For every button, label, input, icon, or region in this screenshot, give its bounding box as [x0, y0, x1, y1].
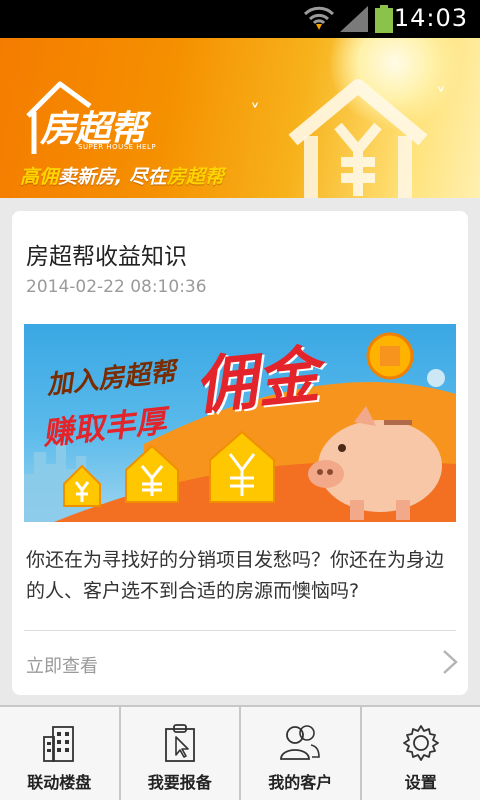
tab-settings[interactable]: 设置	[362, 707, 480, 800]
slogan-highlight-1: 高佣	[20, 166, 59, 188]
view-now-link[interactable]: 立即查看	[26, 652, 98, 678]
tab-my-clients[interactable]: 我的客户	[241, 707, 362, 800]
article-date: 2014-02-22 08:10:36	[26, 277, 207, 297]
bird-icon: ˅	[250, 100, 260, 124]
article-image[interactable]: 加入房超帮 赚取丰厚 佣金	[24, 324, 456, 522]
bottom-nav: 联动楼盘 我要报备 我的客户 设置	[0, 705, 480, 800]
battery-icon	[375, 5, 393, 33]
users-icon	[280, 725, 321, 760]
tab-label: 我的客户	[268, 773, 333, 792]
gear-icon	[402, 725, 439, 761]
status-time: 14:03	[393, 4, 468, 32]
cloud-house-icon	[288, 79, 428, 198]
chevron-right-icon[interactable]	[442, 649, 458, 675]
header-banner: ˅ ˅ 房超帮 SUPER HOUSE HELP 高佣卖新房, 尽在房超帮	[0, 38, 480, 198]
slogan-text: 卖新房, 尽在	[58, 166, 167, 188]
signal-icon	[340, 6, 368, 32]
tab-label: 设置	[404, 773, 437, 792]
logo-subtitle: SUPER HOUSE HELP	[78, 143, 157, 151]
slogan-highlight-2: 房超帮	[166, 166, 224, 188]
article-description: 你还在为寻找好的分销项目发愁吗？你还在为身边的人、客户选不到合适的房源而懊恼吗?	[26, 549, 445, 602]
article-card[interactable]: 房超帮收益知识 2014-02-22 08:10:36 加入房超帮 赚取丰厚 佣…	[12, 211, 468, 695]
banner-slogan: 高佣卖新房, 尽在房超帮	[20, 162, 224, 189]
tab-linked-properties[interactable]: 联动楼盘	[0, 707, 121, 800]
wifi-icon	[303, 6, 335, 30]
divider	[24, 630, 456, 631]
tab-label: 联动楼盘	[27, 773, 92, 792]
tab-report[interactable]: 我要报备	[121, 707, 241, 800]
tab-label: 我要报备	[147, 773, 212, 792]
clipboard-cursor-icon	[164, 724, 195, 762]
article-title: 房超帮收益知识	[26, 244, 187, 270]
bird-icon: ˅	[436, 84, 446, 108]
status-bar: 14:03	[0, 0, 480, 38]
building-icon	[43, 726, 75, 762]
promo-headline-big: 佣金	[191, 337, 323, 424]
